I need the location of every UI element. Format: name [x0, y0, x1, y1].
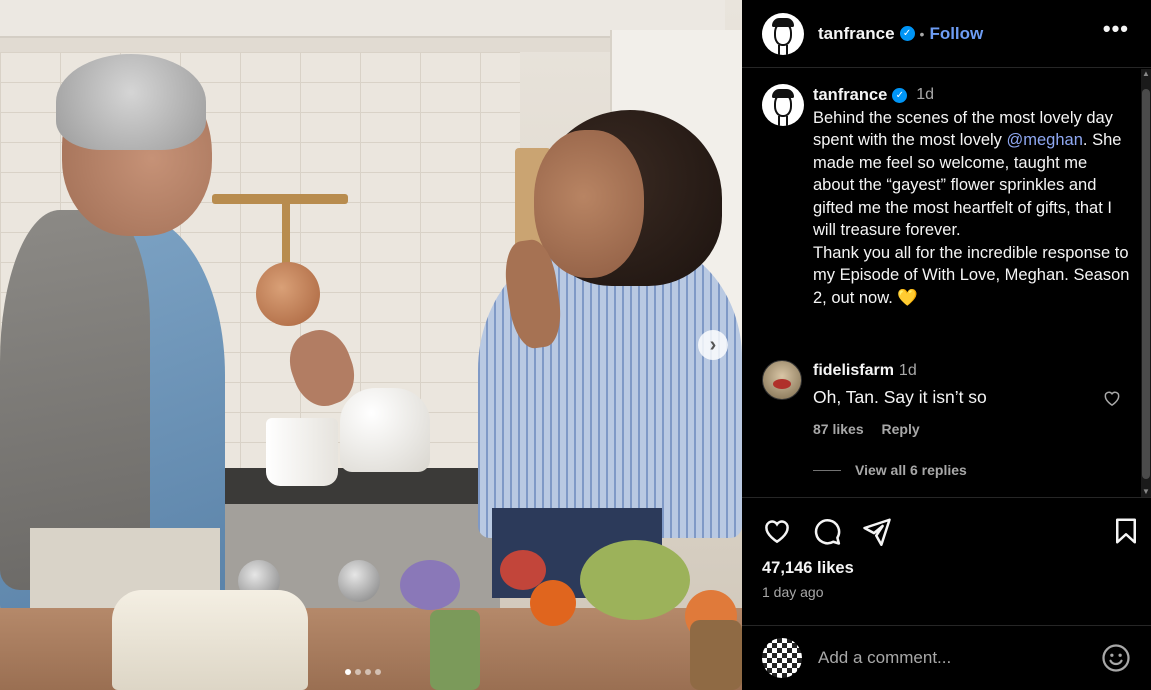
comments-scrollbar[interactable]: ▲ ▼	[1141, 69, 1151, 497]
commenter-username[interactable]: fidelisfarm	[813, 362, 894, 379]
scroll-down-arrow-icon[interactable]: ▼	[1141, 487, 1151, 497]
caption-body: tanfrance ✓ 1d Behind the scenes of the …	[813, 84, 1133, 309]
heart-icon[interactable]	[762, 516, 792, 546]
commenter-avatar[interactable]	[762, 360, 802, 400]
post-actions: 47,146 likes 1 day ago	[742, 497, 1151, 625]
verified-badge-icon: ✓	[892, 87, 908, 103]
caption-text: Thank you all for the incredible respons…	[813, 243, 1130, 307]
likes-count[interactable]: 47,146 likes	[762, 559, 854, 578]
author-username[interactable]: tanfrance	[818, 24, 895, 44]
yellow-heart-emoji: 💛	[897, 288, 918, 307]
verified-badge-icon: ✓	[899, 26, 915, 41]
stove-top	[210, 468, 500, 504]
range-hood-trim	[0, 38, 620, 52]
carousel-dots	[345, 669, 381, 675]
post-side-panel: tanfrance ✓ • Follow ••• tanfrance ✓ 1d …	[742, 0, 1151, 690]
carousel-dot	[375, 669, 381, 675]
comment-header: fidelisfarm 1d	[813, 362, 917, 380]
comment-text: Oh, Tan. Say it isn’t so	[813, 387, 987, 407]
pan-handle	[282, 202, 290, 266]
comments-scroll-area[interactable]: tanfrance ✓ 1d Behind the scenes of the …	[742, 69, 1151, 497]
tea-kettle	[340, 388, 430, 472]
smiley-icon[interactable]	[1101, 643, 1131, 673]
carousel-dot	[345, 669, 351, 675]
comment-meta: 87 likes Reply	[813, 421, 934, 437]
comment-bubble-icon[interactable]	[812, 516, 842, 546]
paper-plane-icon[interactable]	[862, 516, 892, 546]
utensil-rail	[212, 194, 348, 204]
caption-user-line: tanfrance ✓ 1d	[813, 84, 1133, 107]
replies-divider	[813, 469, 841, 471]
comment-composer	[742, 625, 1151, 690]
carousel-dot	[355, 669, 361, 675]
caption-time[interactable]: 1d	[916, 84, 934, 107]
comment-likes[interactable]: 87 likes	[813, 421, 864, 437]
post-header: tanfrance ✓ • Follow •••	[742, 0, 1151, 68]
avatar-face	[774, 21, 792, 46]
comment-input[interactable]	[818, 648, 1088, 668]
caption-mention-link[interactable]: @meghan	[1007, 131, 1083, 149]
comment-heart-icon[interactable]	[1102, 388, 1122, 408]
caption-author-avatar[interactable]	[762, 84, 804, 126]
comment-item: fidelisfarm 1d Oh, Tan. Say it isn’t so 8…	[762, 360, 1142, 497]
coffee-mug	[266, 418, 338, 486]
current-user-avatar	[762, 638, 802, 678]
carousel-dot	[365, 669, 371, 675]
comment-reply-button[interactable]: Reply	[882, 421, 920, 437]
post-timestamp[interactable]: 1 day ago	[762, 584, 824, 600]
scroll-up-arrow-icon[interactable]: ▲	[1141, 69, 1151, 79]
header-separator: •	[919, 25, 925, 42]
author-avatar[interactable]	[762, 12, 804, 55]
view-replies-label: View all 6 replies	[855, 462, 967, 478]
comment-time[interactable]: 1d	[899, 362, 917, 379]
avatar-face	[774, 93, 792, 117]
post-photo[interactable]: ›	[0, 0, 742, 690]
stove-knob	[338, 560, 380, 602]
flower-arrangement	[390, 540, 742, 690]
caption-username[interactable]: tanfrance	[813, 84, 887, 107]
woman-face	[534, 130, 644, 278]
copper-pan	[256, 262, 320, 326]
avatar-neck	[778, 116, 788, 126]
view-replies-button[interactable]: View all 6 replies	[813, 462, 967, 478]
tote-bag	[112, 590, 308, 690]
bookmark-icon[interactable]	[1111, 516, 1141, 546]
next-photo-button[interactable]: ›	[698, 330, 728, 360]
more-options-icon[interactable]: •••	[1103, 16, 1129, 42]
follow-button[interactable]: Follow	[929, 24, 983, 44]
man-hair	[56, 54, 206, 150]
scrollbar-thumb[interactable]	[1142, 89, 1150, 479]
avatar-neck	[778, 44, 788, 55]
